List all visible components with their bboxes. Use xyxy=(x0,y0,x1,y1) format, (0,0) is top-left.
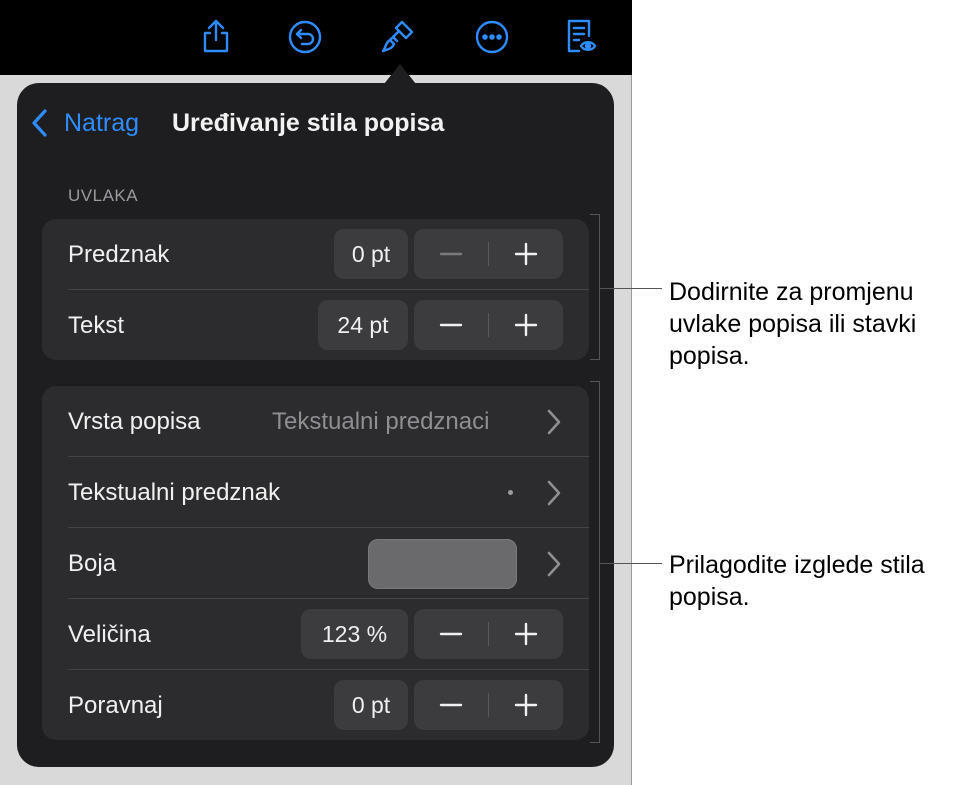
indent-group: Predznak 0 pt Tekst 24 pt xyxy=(42,219,589,360)
chevron-right-icon xyxy=(547,480,561,506)
color-swatch[interactable] xyxy=(368,539,517,589)
list-type-value: Tekstualni predznaci xyxy=(272,408,490,435)
format-brush-icon[interactable] xyxy=(378,16,418,56)
plus-icon xyxy=(514,242,538,266)
share-icon[interactable] xyxy=(196,16,236,56)
indent-section-label: UVLAKA xyxy=(68,186,139,205)
decrement-button[interactable] xyxy=(414,609,488,659)
row-label: Predznak xyxy=(68,241,170,268)
reading-view-icon[interactable] xyxy=(560,16,600,56)
chevron-left-icon xyxy=(32,109,47,137)
text-indent-value[interactable]: 24 pt xyxy=(318,300,408,350)
plus-icon xyxy=(514,693,538,717)
plus-icon xyxy=(514,313,538,337)
indent-bracket xyxy=(590,214,600,360)
app-edge-divider xyxy=(631,75,632,785)
align-value[interactable]: 0 pt xyxy=(334,680,408,730)
minus-icon xyxy=(439,703,463,707)
decrement-button[interactable] xyxy=(414,680,488,730)
back-label: Natrag xyxy=(64,108,140,137)
increment-button[interactable] xyxy=(489,229,563,279)
align-stepper xyxy=(414,680,563,730)
row-label: Veličina xyxy=(68,621,151,648)
color-row[interactable]: Boja xyxy=(42,528,589,599)
bullet-indent-value[interactable]: 0 pt xyxy=(334,229,408,279)
increment-button[interactable] xyxy=(489,300,563,350)
indent-callout: Dodirnite za promjenu uvlake popisa ili … xyxy=(669,278,917,370)
style-group: Vrsta popisa Tekstualni predznaci Tekstu… xyxy=(42,386,589,740)
plus-icon xyxy=(514,622,538,646)
row-label: Boja xyxy=(68,550,117,577)
indent-leader-line xyxy=(600,288,662,289)
decrement-button[interactable] xyxy=(414,229,488,279)
increment-button[interactable] xyxy=(489,609,563,659)
bullet-indent-stepper xyxy=(414,229,563,279)
undo-icon[interactable] xyxy=(285,16,325,56)
bullet-row[interactable]: Tekstualni predznak xyxy=(42,457,589,528)
align-row: Poravnaj 0 pt xyxy=(42,670,589,741)
decrement-button[interactable] xyxy=(414,300,488,350)
list-type-row[interactable]: Vrsta popisa Tekstualni predznaci xyxy=(42,386,589,457)
style-callout: Prilagodite izglede stila popisa. xyxy=(669,551,925,611)
toolbar xyxy=(0,0,632,75)
row-label: Tekstualni predznak xyxy=(68,479,281,506)
size-value[interactable]: 123 % xyxy=(301,609,408,659)
indent-row-text: Tekst 24 pt xyxy=(42,290,589,361)
size-stepper xyxy=(414,609,563,659)
size-row: Veličina 123 % xyxy=(42,599,589,670)
minus-icon xyxy=(439,252,463,256)
popover-title: Uređivanje stila popisa xyxy=(172,109,445,137)
style-leader-line xyxy=(600,563,662,564)
popover-arrow xyxy=(384,64,416,84)
style-bracket xyxy=(590,381,600,743)
minus-icon xyxy=(439,323,463,327)
text-indent-stepper xyxy=(414,300,563,350)
minus-icon xyxy=(439,632,463,636)
back-button[interactable]: Natrag xyxy=(30,108,139,138)
indent-row-bullet: Predznak 0 pt xyxy=(42,219,589,290)
increment-button[interactable] xyxy=(489,680,563,730)
more-icon[interactable] xyxy=(472,16,512,56)
row-label: Vrsta popisa xyxy=(68,408,201,435)
chevron-right-icon xyxy=(547,409,561,435)
chevron-right-icon xyxy=(547,551,561,577)
row-label: Poravnaj xyxy=(68,692,163,719)
row-label: Tekst xyxy=(68,312,125,339)
bullet-preview xyxy=(508,490,513,495)
